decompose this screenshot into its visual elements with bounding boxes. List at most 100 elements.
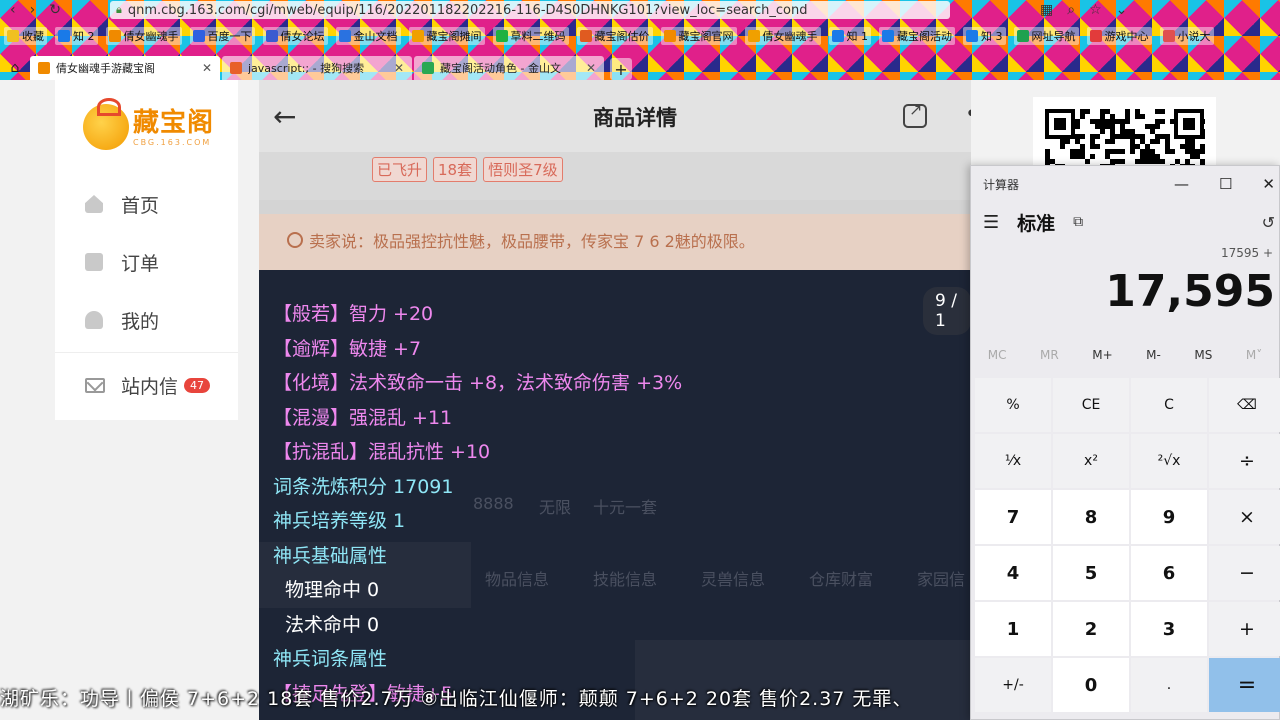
qr-module [1135, 109, 1140, 114]
calc-key[interactable]: + [1209, 602, 1280, 656]
refresh-icon[interactable]: ↻ [49, 2, 61, 18]
qr-module [1120, 159, 1125, 164]
sidebar-item-user[interactable]: 我的 [55, 291, 238, 349]
bookmark-item[interactable]: 藏宝阁活动 [879, 27, 955, 45]
qr-module [1140, 149, 1145, 154]
bookmark-item[interactable]: 金山文档 [335, 27, 401, 45]
calc-key[interactable]: ²√x [1131, 434, 1207, 488]
qr-module [1100, 119, 1105, 124]
ghost-text: 无限 [539, 498, 572, 517]
calc-key[interactable]: ÷ [1209, 434, 1280, 488]
bookmark-item[interactable]: 知 2 [55, 27, 98, 45]
bookmark-item[interactable]: 知 3 [963, 27, 1006, 45]
bookmark-item[interactable]: 藏宝阁摊间 [408, 27, 485, 45]
memory-button[interactable]: M- [1146, 348, 1161, 362]
qr-module [1065, 139, 1070, 144]
bookmark-item[interactable]: 藏宝阁官网 [660, 27, 737, 45]
envelope-icon [85, 377, 105, 393]
keep-on-top-icon[interactable]: ⧉ [1073, 214, 1083, 230]
bookmark-label: 收藏 [22, 30, 44, 43]
share-icon[interactable] [903, 100, 927, 128]
memory-button: MC [987, 348, 1007, 362]
bookmark-item[interactable]: 倩女幽魂手 [744, 27, 821, 45]
browser-tab[interactable]: javascript:; - 搜狗搜索 ✕ [222, 56, 412, 80]
qr-module [1160, 159, 1165, 164]
chevron-down-icon[interactable]: ⌄ [1116, 2, 1128, 18]
qr-module [1125, 129, 1130, 134]
back-icon[interactable]: ‹ [10, 2, 16, 18]
bookmark-favicon-icon [747, 30, 760, 42]
calc-key[interactable]: C [1131, 378, 1207, 432]
calc-key[interactable]: 3 [1131, 602, 1207, 656]
bookmark-item[interactable]: 网址导航 [1013, 27, 1079, 45]
calc-key[interactable]: ¹⁄x [975, 434, 1051, 488]
bookmark-item[interactable]: 倩女幽魂手 [105, 27, 182, 45]
memory-button[interactable]: MS [1194, 348, 1212, 362]
new-tab-icon[interactable]: + [610, 58, 632, 80]
browser-tab[interactable]: 藏宝阁活动角色 - 金山文 ✕ [414, 56, 604, 80]
close-icon[interactable]: ✕ [586, 61, 596, 75]
qr-module [1095, 119, 1100, 124]
item-tag: 已飞升 [372, 157, 428, 182]
attribute-line: 物理命中 0 [285, 579, 380, 601]
qr-module [1140, 139, 1145, 144]
home-icon[interactable]: ⌂ [0, 56, 30, 80]
calc-key[interactable]: 8 [1053, 490, 1129, 544]
close-icon[interactable]: ✕ [202, 61, 212, 75]
calc-key[interactable]: 9 [1131, 490, 1207, 544]
qr-module [1110, 114, 1115, 119]
user-icon [85, 311, 103, 329]
calc-key[interactable]: 6 [1131, 546, 1207, 600]
memory-button[interactable]: M+ [1092, 348, 1112, 362]
url-input[interactable]: 🔒︎ qnm.cbg.163.com/cgi/mweb/equip/116/20… [110, 1, 950, 19]
search-icon[interactable]: ⌕ [1067, 2, 1075, 18]
bookmark-item[interactable]: 知 1 [828, 27, 871, 45]
grid-icon[interactable]: ▦ [1040, 2, 1053, 18]
close-icon[interactable]: ✕ [394, 61, 404, 75]
calc-key[interactable]: 7 [975, 490, 1051, 544]
attribute-line: 【逾辉】敏捷 +7 [273, 337, 422, 360]
close-icon[interactable]: ✕ [1262, 175, 1275, 193]
sidebar-item-label: 订单 [121, 252, 160, 275]
sidebar-item-order[interactable]: 订单 [55, 233, 238, 291]
minimize-icon[interactable]: — [1174, 175, 1189, 193]
calc-key[interactable]: 1 [975, 602, 1051, 656]
calc-key[interactable]: × [1209, 490, 1280, 544]
calc-key[interactable]: x² [1053, 434, 1129, 488]
qr-module [1145, 144, 1150, 149]
more-icon[interactable]: ••• [965, 102, 971, 127]
qr-module [1150, 159, 1155, 164]
bookmark-item[interactable]: 藏宝阁估价 [576, 27, 653, 45]
menu-icon[interactable]: ☰ [983, 212, 999, 233]
calc-key[interactable]: − [1209, 546, 1280, 600]
sidebar-item-inbox[interactable]: 站内信 47 [55, 353, 238, 417]
calc-key[interactable]: 5 [1053, 546, 1129, 600]
maximize-icon[interactable]: ☐ [1219, 175, 1232, 193]
calc-key[interactable]: 4 [975, 546, 1051, 600]
calc-key[interactable]: ⌫ [1209, 378, 1280, 432]
qr-module [1150, 139, 1155, 144]
bookmark-item[interactable]: 游戏中心 [1086, 27, 1152, 45]
cbg-logo[interactable]: 藏宝阁 CBG.163.COM [83, 98, 214, 150]
star-icon[interactable]: ☆ [1089, 2, 1102, 18]
ghost-tab-label: 灵兽信息 [701, 570, 766, 589]
attribute-line: 【混漫】强混乱 +11 [273, 406, 453, 429]
bookmark-item[interactable]: 草料二维码 [492, 27, 569, 45]
calc-key[interactable]: 2 [1053, 602, 1129, 656]
calc-key[interactable]: CE [1053, 378, 1129, 432]
qr-module [1115, 149, 1120, 154]
qr-module [1120, 119, 1125, 124]
bookmark-item[interactable]: 小说大 [1159, 27, 1214, 45]
history-icon[interactable]: ↺ [1262, 213, 1279, 232]
bookmark-label: 知 2 [73, 30, 95, 43]
calc-key[interactable]: % [975, 378, 1051, 432]
bookmark-favicon-icon [7, 30, 19, 42]
forward-icon[interactable]: › [30, 2, 36, 18]
bookmark-item[interactable]: 收藏 [4, 27, 47, 45]
qr-module [1100, 129, 1105, 134]
bookmark-item[interactable]: 百度一下 [189, 27, 255, 45]
browser-tab[interactable]: 倩女幽魂手游藏宝阁 ✕ [30, 56, 220, 80]
qr-module [1045, 149, 1050, 154]
bookmark-item[interactable]: 倩女论坛 [262, 27, 328, 45]
sidebar-item-home[interactable]: 首页 [55, 175, 238, 233]
